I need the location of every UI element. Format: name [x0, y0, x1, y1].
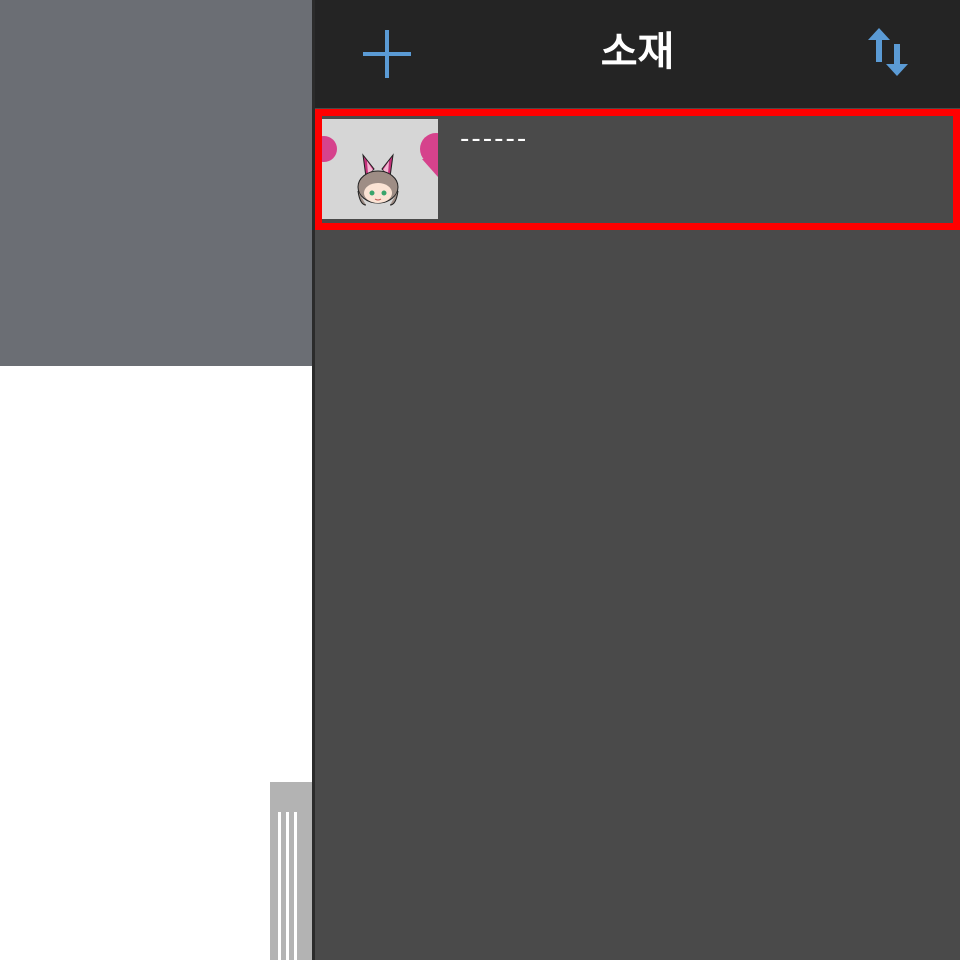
- panel-header: 소재: [315, 0, 960, 108]
- sort-arrows-icon: [868, 28, 908, 76]
- material-panel: 소재 ------: [315, 0, 960, 960]
- grip-line: [286, 812, 289, 960]
- canvas-gray-region: [0, 0, 312, 366]
- material-thumbnail: [322, 119, 438, 219]
- material-name: ------: [460, 124, 529, 154]
- scroll-grip-handle[interactable]: [270, 782, 312, 960]
- sort-button[interactable]: [863, 24, 913, 80]
- canvas-area[interactable]: [0, 0, 312, 960]
- material-list-item[interactable]: ------: [315, 109, 960, 230]
- grip-line: [278, 812, 281, 960]
- grip-line: [294, 812, 297, 960]
- character-head-thumbnail: [322, 133, 438, 206]
